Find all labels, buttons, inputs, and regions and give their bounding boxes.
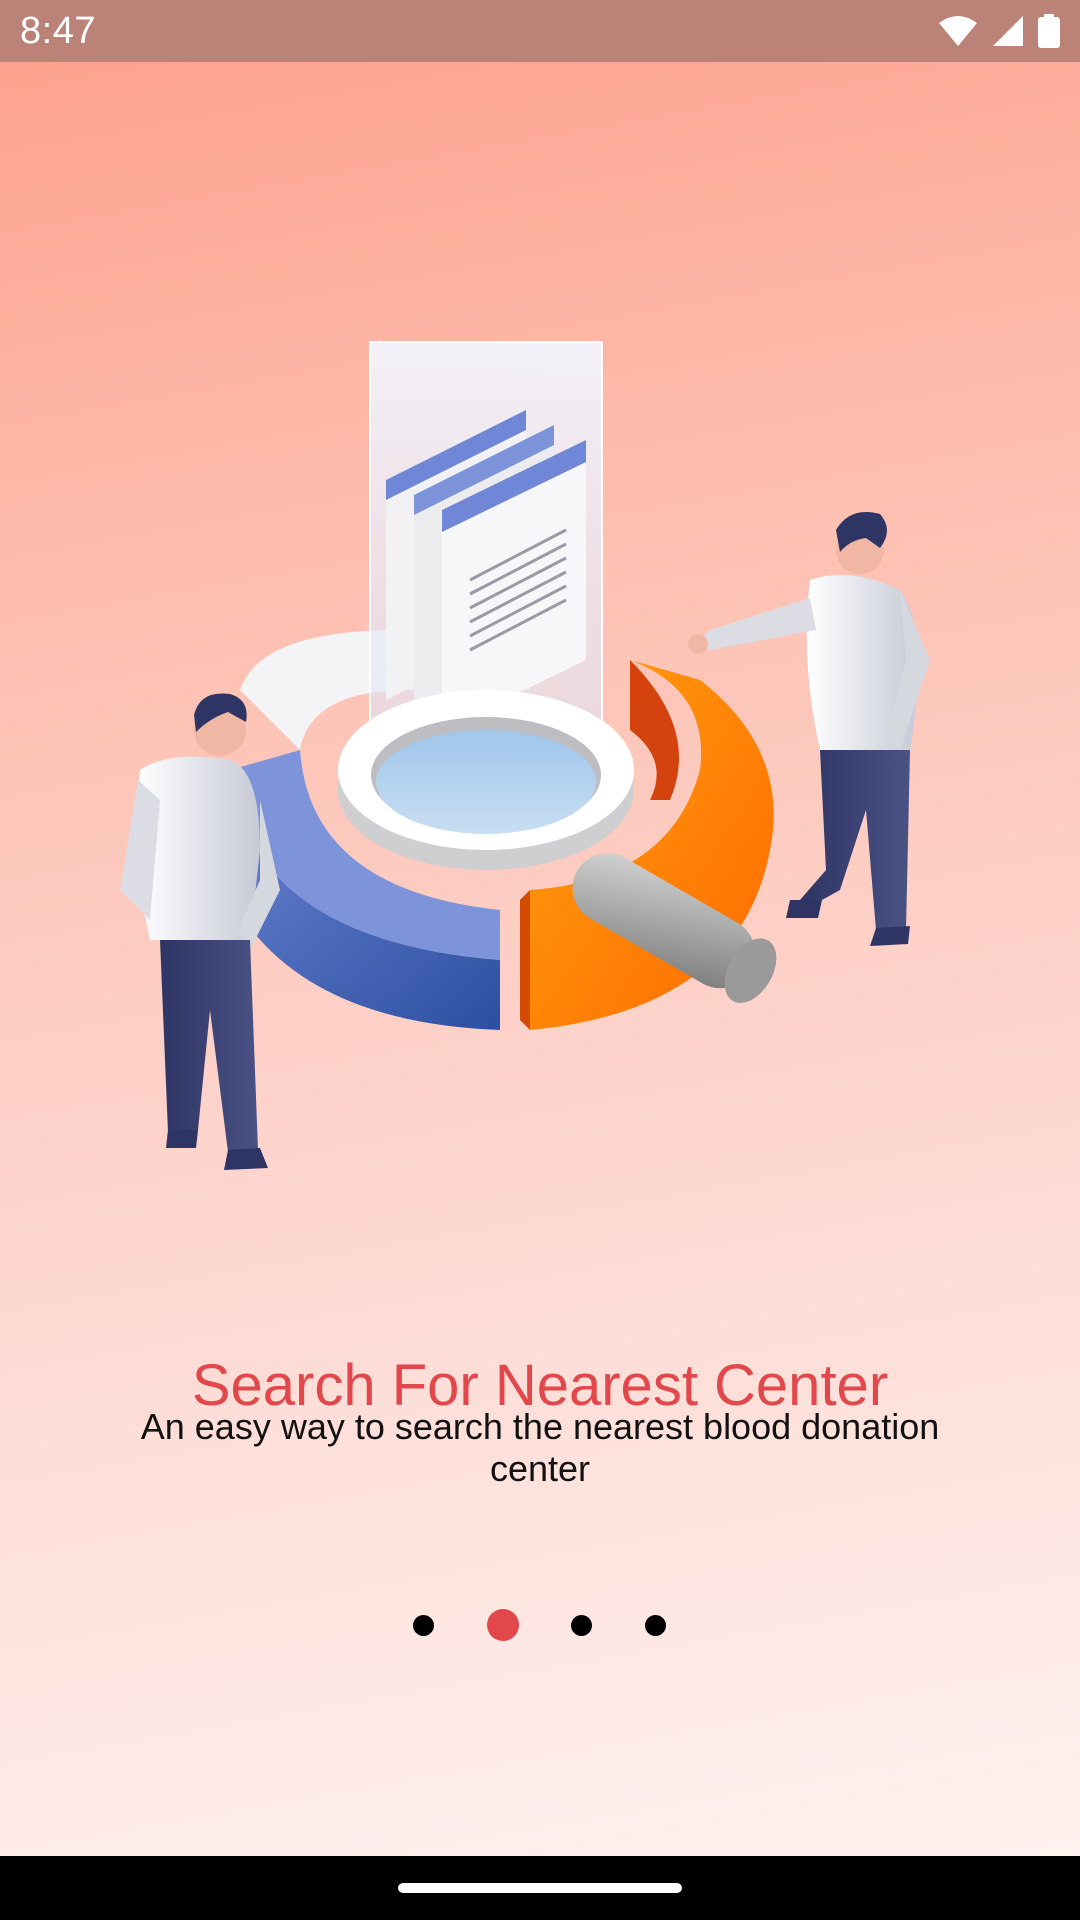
onboarding-screen: 8:47 Search For Nearest Center An easy w… — [0, 0, 1080, 1920]
page-dot-1[interactable] — [413, 1615, 434, 1636]
navigation-bar — [0, 1856, 1080, 1920]
status-icons — [938, 12, 1060, 50]
battery-icon — [1038, 14, 1060, 48]
wifi-icon — [938, 15, 978, 47]
status-time: 8:47 — [20, 10, 96, 52]
status-bar: 8:47 — [0, 0, 1080, 62]
home-indicator[interactable] — [398, 1883, 682, 1893]
cellular-signal-icon — [992, 15, 1024, 47]
onboarding-subtitle: An easy way to search the nearest blood … — [140, 1406, 940, 1489]
search-analytics-illustration — [110, 330, 970, 1190]
page-indicator — [0, 1605, 1080, 1645]
page-dot-3[interactable] — [571, 1615, 592, 1636]
page-dot-2-active[interactable] — [487, 1609, 519, 1641]
page-dot-4[interactable] — [645, 1615, 666, 1636]
